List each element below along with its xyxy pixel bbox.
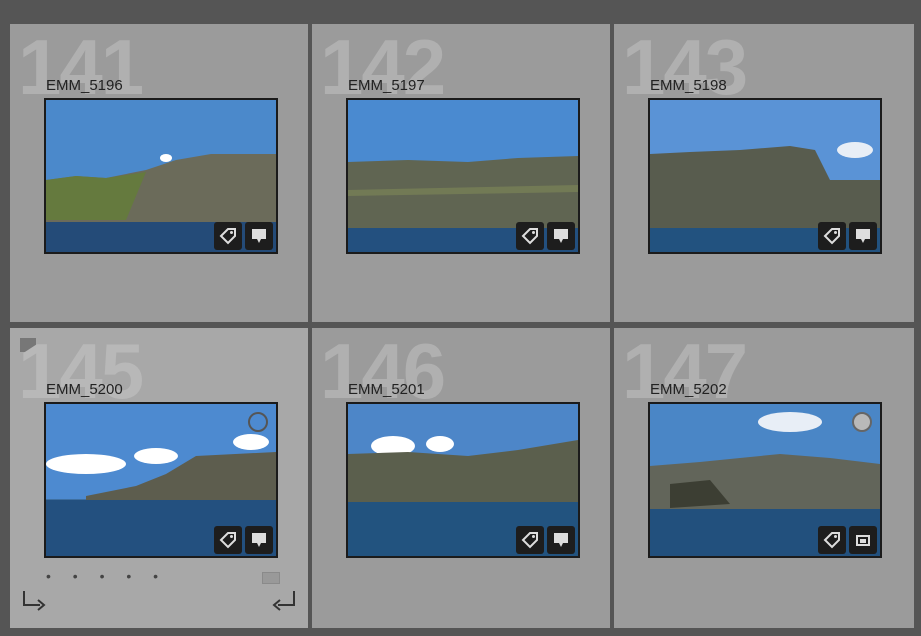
cell-filename: EMM_5197: [348, 77, 425, 94]
rating-stars[interactable]: • • • • •: [46, 568, 167, 584]
rotate-right-icon[interactable]: [270, 589, 298, 618]
keyword-tag-icon[interactable]: [214, 222, 242, 250]
cell-index: 147: [622, 328, 748, 415]
keyword-tag-icon[interactable]: [818, 222, 846, 250]
comment-icon[interactable]: [547, 526, 575, 554]
cell-filename: EMM_5202: [650, 381, 727, 398]
keyword-tag-icon[interactable]: [516, 222, 544, 250]
library-grid: 141 EMM_5196 142 EMM_5197 143 EMM_5198 1…: [0, 0, 921, 636]
quick-collection-circle-icon[interactable]: [248, 412, 268, 432]
comment-icon[interactable]: [245, 526, 273, 554]
keyword-tag-icon[interactable]: [818, 526, 846, 554]
thumbnail[interactable]: [346, 98, 580, 254]
cell-index: 143: [622, 24, 748, 111]
grid-cell-147[interactable]: 147 EMM_5202: [614, 328, 914, 628]
grid-cell-142[interactable]: 142 EMM_5197: [312, 24, 610, 322]
cell-filename: EMM_5201: [348, 381, 425, 398]
crop-icon[interactable]: [849, 526, 877, 554]
rotate-left-icon[interactable]: [20, 589, 48, 618]
grid-cell-141[interactable]: 141 EMM_5196: [10, 24, 308, 322]
grid-cell-143[interactable]: 143 EMM_5198: [614, 24, 914, 322]
quick-collection-circle-icon[interactable]: [852, 412, 872, 432]
cell-index: 145: [18, 328, 144, 415]
color-label-box[interactable]: [262, 572, 280, 584]
keyword-tag-icon[interactable]: [214, 526, 242, 554]
keyword-tag-icon[interactable]: [516, 526, 544, 554]
comment-icon[interactable]: [245, 222, 273, 250]
cell-index: 142: [320, 24, 446, 111]
cell-filename: EMM_5200: [46, 381, 123, 398]
grid-cell-146[interactable]: 146 EMM_5201: [312, 328, 610, 628]
comment-icon[interactable]: [547, 222, 575, 250]
grid-cell-145[interactable]: 145 EMM_5200 • • • • •: [10, 328, 308, 628]
thumbnail[interactable]: [648, 98, 882, 254]
cell-index: 146: [320, 328, 446, 415]
thumbnail[interactable]: [346, 402, 580, 558]
cell-filename: EMM_5196: [46, 77, 123, 94]
thumbnail[interactable]: [648, 402, 882, 558]
cell-index: 141: [18, 24, 144, 111]
thumbnail[interactable]: [44, 98, 278, 254]
cell-filename: EMM_5198: [650, 77, 727, 94]
comment-icon[interactable]: [849, 222, 877, 250]
thumbnail[interactable]: [44, 402, 278, 558]
